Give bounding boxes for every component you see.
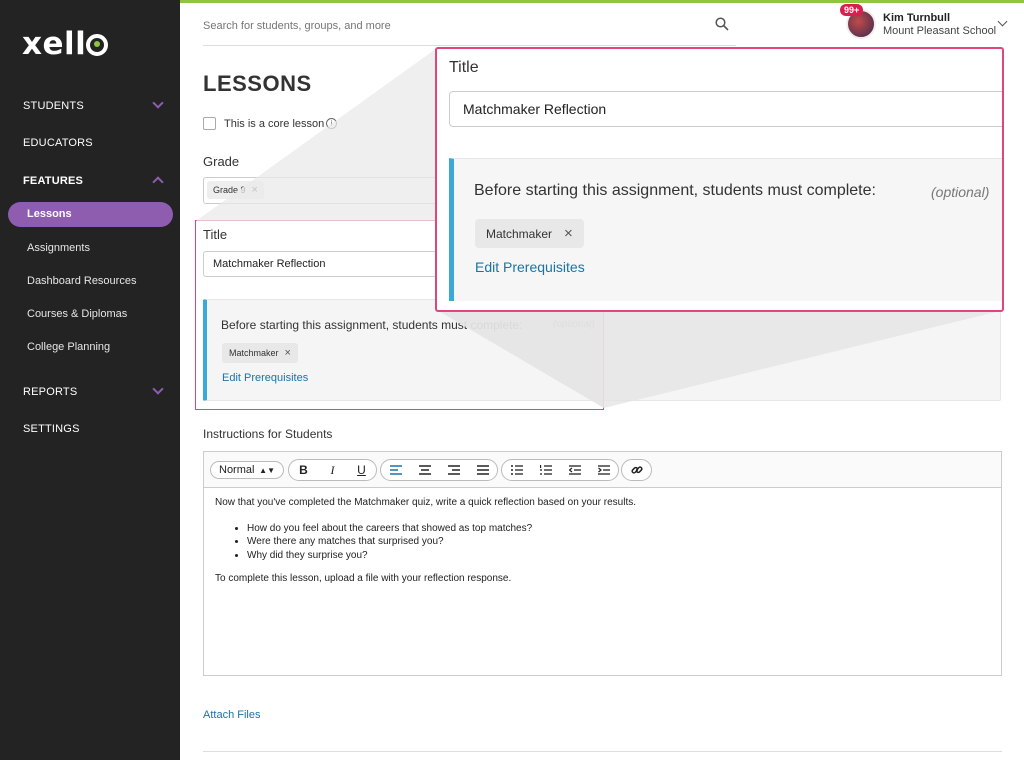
edit-prerequisites-link[interactable]: Edit Prerequisites [222,372,308,384]
prereq-chip-remove-icon[interactable]: × [285,347,291,359]
user-menu-chevron-down-icon[interactable] [997,16,1008,27]
sidebar-item-lessons-label: Lessons [27,208,72,220]
search-input[interactable] [203,16,693,36]
grade-chip-label: Grade 9 [213,185,246,195]
prereq-optional: (optional) [553,319,595,330]
grade-label: Grade [203,154,240,169]
prereq-text: Before starting this assignment, student… [221,318,523,332]
attach-files-link[interactable]: Attach Files [203,709,260,721]
nav-features[interactable]: FEATURES [23,175,83,187]
user-school: Mount Pleasant School [883,25,997,37]
sidebar-item-courses-diplomas[interactable]: Courses & Diplomas [27,308,127,320]
grade-chip-remove-icon[interactable]: × [252,184,258,196]
link-group [621,459,652,481]
features-chevron-up-icon[interactable] [152,176,164,188]
editor-paragraph: To complete this lesson, upload a file w… [215,573,512,584]
prereq-chip: Matchmaker × [222,343,298,363]
grade-chip: Grade 9 × [207,181,264,199]
sidebar: xell STUDENTS EDUCATORS FEATURES Lessons… [0,0,180,760]
numbered-list-icon[interactable] [531,460,560,480]
editor-content[interactable]: Now that you've completed the Matchmaker… [215,496,636,586]
sidebar-item-assignments[interactable]: Assignments [27,242,90,254]
students-chevron-down-icon[interactable] [152,97,164,109]
zoom-edit-prerequisites-link[interactable]: Edit Prerequisites [475,259,585,275]
global-search [203,14,736,46]
zoom-prereq-text: Before starting this assignment, student… [474,182,876,199]
reports-chevron-down-icon[interactable] [152,383,164,395]
text-style-group: B I U [288,459,377,481]
prereq-chip-label: Matchmaker [229,348,279,358]
align-left-icon[interactable] [381,460,410,480]
zoom-prereq-optional: (optional) [931,184,990,200]
xello-logo[interactable]: xell [22,26,109,62]
sidebar-item-college-planning[interactable]: College Planning [27,341,110,353]
page-title: LESSONS [203,71,312,96]
align-center-icon[interactable] [410,460,439,480]
user-name[interactable]: Kim Turnbull [883,12,950,24]
title-label: Title [203,227,228,242]
editor-toolbar: Normal ▲▼ B I U [204,452,1001,488]
rich-text-editor: Normal ▲▼ B I U Now that you've completed… [203,451,1002,676]
list-group [501,459,619,481]
core-lesson-checkbox[interactable] [203,117,216,130]
logo-o-icon [86,34,109,56]
zoom-callout: Title Matchmaker Reflection Before start… [435,47,1004,312]
nav-reports[interactable]: REPORTS [23,386,77,398]
justify-icon[interactable] [468,460,497,480]
nav-students[interactable]: STUDENTS [23,100,84,112]
editor-bullet: Why did they surprise you? [247,549,636,563]
link-icon[interactable] [622,460,651,480]
editor-bullet-list: How do you feel about the careers that s… [237,522,636,563]
indent-icon[interactable] [589,460,618,480]
sidebar-item-dashboard-resources[interactable]: Dashboard Resources [27,275,136,287]
zoom-title-label: Title [449,59,479,76]
editor-bullet: Were there any matches that surprised yo… [247,535,636,549]
nav-settings[interactable]: SETTINGS [23,423,80,435]
divider [203,751,1002,752]
align-right-icon[interactable] [439,460,468,480]
editor-bullet: How do you feel about the careers that s… [247,522,636,536]
instructions-label: Instructions for Students [203,427,333,441]
core-lesson-label: This is a core lesson [224,118,325,130]
outdent-icon[interactable] [560,460,589,480]
notification-badge[interactable]: 99+ [840,4,864,16]
zoom-title-input[interactable]: Matchmaker Reflection [449,91,1002,127]
bullet-list-icon[interactable] [502,460,531,480]
zoom-prereq-chip: Matchmaker × [475,219,584,248]
search-icon[interactable] [715,17,729,31]
logo-text: xell [22,26,87,62]
zoom-chip-remove-icon[interactable]: × [564,225,573,242]
format-select[interactable]: Normal ▲▼ [210,461,284,479]
info-icon[interactable]: i [326,118,337,129]
align-group [380,459,498,481]
nav-educators[interactable]: EDUCATORS [23,137,93,149]
title-input[interactable]: Matchmaker Reflection [203,251,438,277]
sidebar-item-lessons[interactable]: Lessons [8,202,173,227]
underline-icon[interactable]: U [347,460,376,480]
bold-icon[interactable]: B [289,460,318,480]
editor-paragraph: Now that you've completed the Matchmaker… [215,497,637,508]
italic-icon[interactable]: I [318,460,347,480]
zoom-prereq-chip-label: Matchmaker [486,226,553,241]
